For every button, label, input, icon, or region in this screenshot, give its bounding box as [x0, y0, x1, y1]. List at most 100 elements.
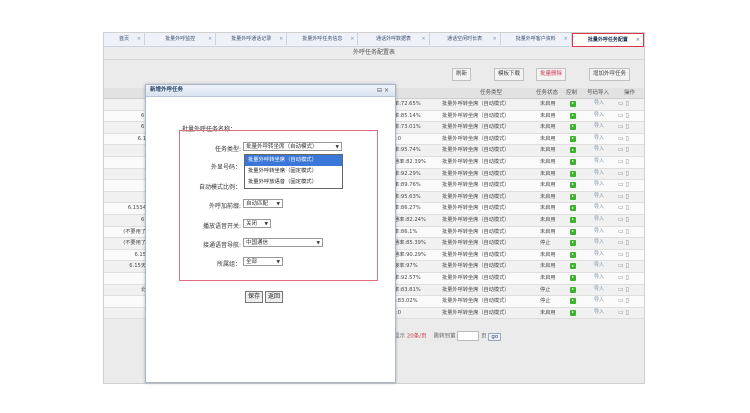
delete-icon[interactable]: ▯	[626, 123, 631, 130]
delete-icon[interactable]: ▯	[626, 158, 631, 165]
import-link[interactable]: 导入	[594, 180, 604, 187]
delete-icon[interactable]: ▯	[626, 112, 631, 119]
play-icon[interactable]	[570, 101, 576, 107]
play-icon[interactable]	[570, 251, 576, 258]
play-icon[interactable]	[570, 193, 576, 200]
play-icon[interactable]	[570, 124, 576, 131]
delete-icon[interactable]: ▯	[626, 251, 631, 258]
play-icon[interactable]	[570, 112, 576, 119]
edit-icon[interactable]: ▭	[618, 216, 626, 223]
tab-6[interactable]: 批量外呼客户资料 ×	[501, 33, 572, 45]
play-icon[interactable]	[570, 159, 576, 165]
tab-5[interactable]: 通话空闲时长表 ×	[430, 33, 501, 45]
import-link[interactable]: 导入	[594, 192, 604, 199]
close-icon[interactable]: ×	[208, 33, 212, 45]
import-link[interactable]: 导入	[594, 99, 604, 106]
play-icon[interactable]	[570, 298, 576, 305]
delete-icon[interactable]: ▯	[626, 135, 631, 142]
import-link[interactable]: 导入	[594, 296, 604, 303]
task-type-option[interactable]: 批量外呼放语音（固定模式）	[245, 177, 342, 188]
tab-0[interactable]: 首页 ×	[104, 33, 145, 45]
play-icon[interactable]	[570, 135, 576, 142]
tab-2[interactable]: 批量外呼通话记录 ×	[216, 33, 288, 45]
import-link[interactable]: 导入	[594, 157, 604, 164]
close-icon[interactable]: ×	[636, 34, 640, 46]
delete-icon[interactable]: ▯	[626, 181, 631, 188]
go-button[interactable]: go	[488, 332, 502, 341]
task-type-select[interactable]: 批量外呼转坐席（自动模式） ▼	[243, 142, 342, 151]
edit-icon[interactable]: ▭	[618, 135, 626, 142]
play-icon[interactable]	[570, 275, 576, 281]
edit-icon[interactable]: ▭	[618, 262, 626, 269]
save-button[interactable]: 保存	[245, 291, 264, 303]
delete-icon[interactable]: ▯	[626, 193, 631, 200]
close-icon[interactable]: ×	[493, 33, 497, 45]
edit-icon[interactable]: ▭	[618, 100, 626, 107]
edit-icon[interactable]: ▭	[618, 181, 626, 188]
tab-4[interactable]: 通话外呼数据表 ×	[358, 33, 430, 45]
edit-icon[interactable]: ▭	[618, 123, 626, 130]
play-icon[interactable]	[570, 182, 576, 189]
edit-icon[interactable]: ▭	[618, 112, 626, 119]
play-icon[interactable]	[570, 228, 576, 235]
import-link[interactable]: 导入	[594, 273, 604, 280]
delete-icon[interactable]: ▯	[626, 262, 631, 269]
import-link[interactable]: 导入	[594, 145, 604, 152]
import-link[interactable]: 导入	[594, 122, 604, 129]
edit-icon[interactable]: ▭	[618, 158, 626, 165]
import-link[interactable]: 导入	[594, 169, 604, 176]
play-icon[interactable]	[570, 147, 576, 154]
close-icon[interactable]: ×	[564, 33, 568, 45]
edit-icon[interactable]: ▭	[618, 251, 626, 258]
close-icon[interactable]: ×	[384, 87, 391, 94]
tab-7[interactable]: 批量外呼任务配置 ×	[571, 33, 644, 47]
close-icon[interactable]: ×	[350, 33, 354, 45]
delete-icon[interactable]: ▯	[626, 204, 631, 211]
play-icon[interactable]	[570, 309, 576, 316]
delete-icon[interactable]: ▯	[626, 239, 631, 246]
edit-icon[interactable]: ▭	[618, 193, 626, 200]
close-icon[interactable]: ×	[421, 33, 425, 45]
play-icon[interactable]	[570, 263, 576, 270]
play-icon[interactable]	[570, 170, 576, 177]
voice-switch-select[interactable]: 关闭 ▼	[243, 219, 271, 228]
task-type-option[interactable]: 批量外呼转坐席（自动模式）	[245, 155, 342, 166]
per-page-select[interactable]: 20条/页	[407, 334, 427, 340]
close-icon[interactable]: ×	[279, 33, 283, 45]
import-link[interactable]: 导入	[594, 261, 604, 268]
edit-icon[interactable]: ▭	[618, 309, 626, 316]
import-link[interactable]: 导入	[594, 203, 604, 210]
refresh-button[interactable]: 刷新	[452, 68, 472, 81]
prefix-select[interactable]: 自动匹配 ▼	[243, 199, 283, 208]
add-task-button[interactable]: 增加外呼任务	[589, 68, 631, 81]
play-icon[interactable]	[570, 240, 576, 247]
delete-icon[interactable]: ▯	[626, 100, 631, 107]
import-link[interactable]: 导入	[594, 250, 604, 257]
task-type-option[interactable]: 批量外呼转坐席（固定模式）	[245, 166, 342, 177]
play-icon[interactable]	[570, 286, 576, 293]
restore-icon[interactable]: ⊟	[377, 87, 384, 94]
delete-icon[interactable]: ▯	[626, 216, 631, 223]
import-link[interactable]: 导入	[594, 111, 604, 118]
edit-icon[interactable]: ▭	[618, 297, 626, 304]
import-link[interactable]: 导入	[594, 215, 604, 222]
voice-nav-select[interactable]: 中国通信 ▼	[243, 238, 323, 247]
import-link[interactable]: 导入	[594, 134, 604, 141]
edit-icon[interactable]: ▭	[618, 239, 626, 246]
delete-icon[interactable]: ▯	[626, 146, 631, 153]
edit-icon[interactable]: ▭	[618, 274, 626, 281]
edit-icon[interactable]: ▭	[618, 286, 626, 293]
play-icon[interactable]	[570, 205, 576, 212]
tab-3[interactable]: 批量外呼任务信息 ×	[287, 33, 359, 45]
back-button[interactable]: 返回	[265, 291, 284, 303]
play-icon[interactable]	[570, 217, 576, 223]
edit-icon[interactable]: ▭	[618, 146, 626, 153]
close-icon[interactable]: ×	[137, 33, 141, 45]
import-link[interactable]: 导入	[594, 285, 604, 292]
delete-icon[interactable]: ▯	[626, 286, 631, 293]
delete-icon[interactable]: ▯	[626, 170, 631, 177]
tab-1[interactable]: 批量外呼监控 ×	[145, 33, 217, 45]
batch-delete-button[interactable]: 批量删除	[536, 68, 567, 81]
delete-icon[interactable]: ▯	[626, 274, 631, 281]
delete-icon[interactable]: ▯	[626, 309, 631, 316]
